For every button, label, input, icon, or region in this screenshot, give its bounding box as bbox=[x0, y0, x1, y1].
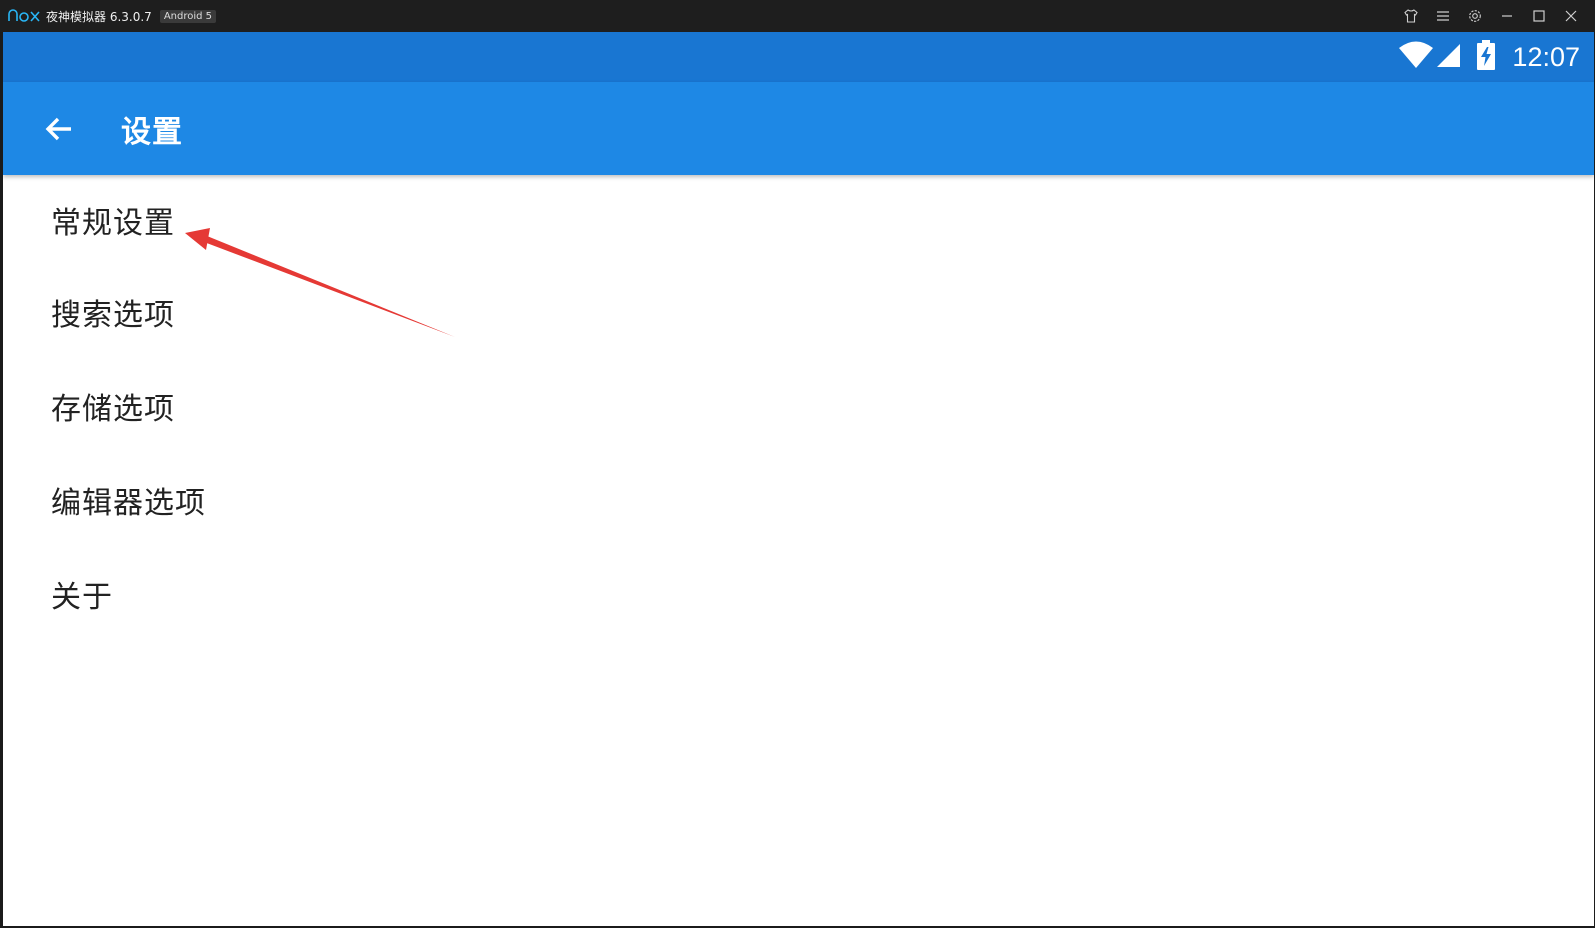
gear-icon[interactable] bbox=[1459, 0, 1491, 32]
menu-icon[interactable] bbox=[1427, 0, 1459, 32]
close-icon[interactable] bbox=[1555, 0, 1587, 32]
settings-list: 常规设置 搜索选项 存储选项 编辑器选项 关于 bbox=[3, 175, 1594, 641]
emulator-window: 夜神模拟器 6.3.0.7 Android 5 12:07 设置 常规设置 搜索… bbox=[0, 0, 1595, 928]
app-bar: 设置 bbox=[3, 82, 1594, 175]
emulator-app-name: 夜神模拟器 6.3.0.7 bbox=[46, 9, 152, 24]
signal-icon bbox=[1436, 42, 1462, 72]
page-title: 设置 bbox=[121, 114, 183, 150]
shirt-icon[interactable] bbox=[1395, 0, 1427, 32]
settings-item-general[interactable]: 常规设置 bbox=[3, 175, 1594, 265]
nox-logo-icon bbox=[8, 8, 40, 24]
window-controls bbox=[1395, 0, 1587, 32]
status-time: 12:07 bbox=[1512, 41, 1580, 72]
maximize-icon[interactable] bbox=[1523, 0, 1555, 32]
back-arrow-icon[interactable] bbox=[39, 109, 79, 149]
android-screen: 12:07 设置 常规设置 搜索选项 存储选项 编辑器选项 关于 bbox=[3, 32, 1594, 926]
battery-charging-icon bbox=[1476, 40, 1496, 74]
android-status-bar: 12:07 bbox=[3, 32, 1594, 82]
settings-item-storage[interactable]: 存储选项 bbox=[3, 359, 1594, 453]
minimize-icon[interactable] bbox=[1491, 0, 1523, 32]
android-version-badge: Android 5 bbox=[159, 9, 217, 23]
status-icons: 12:07 bbox=[1398, 32, 1580, 82]
settings-item-editor[interactable]: 编辑器选项 bbox=[3, 453, 1594, 547]
settings-item-about[interactable]: 关于 bbox=[3, 547, 1594, 641]
emulator-title-bar: 夜神模拟器 6.3.0.7 Android 5 bbox=[0, 0, 1595, 32]
settings-item-search[interactable]: 搜索选项 bbox=[3, 265, 1594, 359]
wifi-icon bbox=[1398, 41, 1434, 73]
